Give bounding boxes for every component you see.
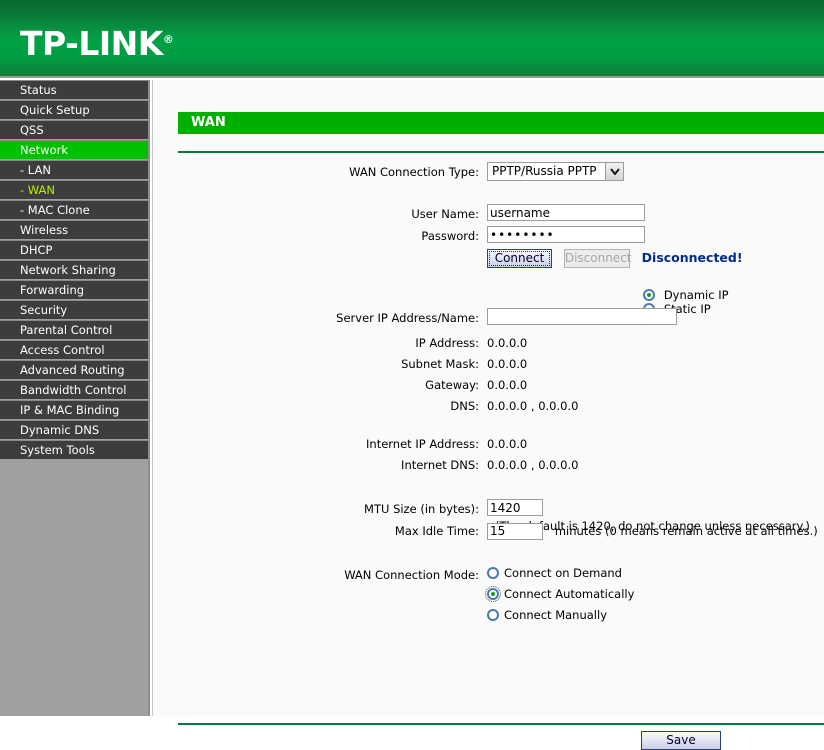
tp-link-logo: TP-LINK® (20, 24, 174, 63)
readonly-value: 0.0.0.0 , 0.0.0.0 (487, 458, 579, 472)
sidebar-item-forwarding[interactable]: Forwarding (0, 280, 148, 299)
table-row: Internet DNS: 0.0.0.0 , 0.0.0.0 (153, 455, 824, 475)
readonly-label: DNS: (450, 399, 479, 413)
table-row: Subnet Mask: 0.0.0.0 (153, 354, 824, 374)
readonly-value: 0.0.0.0 (487, 336, 528, 350)
divider-bottom (178, 723, 824, 725)
sidebar-nav: Status Quick Setup QSS Network - LAN - WAN - M… (0, 80, 150, 716)
registered-mark-icon: ® (162, 33, 174, 46)
readonly-value: 0.0.0.0 (487, 437, 528, 451)
sidebar-item-dynamic-dns[interactable]: Dynamic DNS (0, 420, 148, 439)
mtu-input[interactable] (487, 499, 543, 516)
radio-dynamic-ip-icon[interactable] (643, 289, 655, 301)
radio-dynamic-ip[interactable]: Dynamic IP (643, 288, 729, 302)
row-connection-type: WAN Connection Type: PPTP/Russia PPTP (153, 162, 824, 182)
readonly-label: Internet DNS: (401, 458, 479, 472)
radio-label: Connect Automatically (504, 587, 635, 601)
divider-top (178, 151, 824, 153)
disconnect-button: Disconnect (563, 249, 632, 268)
sidebar-item-dhcp[interactable]: DHCP (0, 240, 148, 259)
username-input[interactable] (487, 204, 645, 221)
logo-text: TP-LINK (20, 24, 163, 63)
radio-icon[interactable] (487, 609, 499, 621)
mtu-label: MTU Size (in bytes): (364, 502, 479, 516)
connection-status-badge: Disconnected! (641, 250, 743, 265)
app-header: TP-LINK® (0, 0, 824, 78)
radio-icon[interactable] (487, 567, 499, 579)
page-title: WAN (178, 112, 824, 134)
sidebar-item-network-sharing[interactable]: Network Sharing (0, 260, 148, 279)
radio-label: Connect Manually (504, 608, 607, 622)
readonly-label: Internet IP Address: (366, 437, 479, 451)
table-row: IP Address: 0.0.0.0 (153, 333, 824, 353)
idle-hint: minutes (0 means remain active at all ti… (554, 524, 818, 538)
readonly-label: IP Address: (415, 336, 479, 350)
connection-type-select[interactable]: PPTP/Russia PPTP (487, 162, 624, 181)
password-label: Password: (421, 229, 479, 243)
readonly-label: Gateway: (425, 378, 479, 392)
readonly-value: 0.0.0.0 (487, 378, 528, 392)
radio-icon[interactable] (485, 586, 501, 602)
password-input[interactable] (487, 226, 645, 243)
idle-label: Max Idle Time: (394, 524, 479, 538)
sidebar-item-lan[interactable]: - LAN (0, 160, 148, 179)
row-username: User Name: (153, 204, 824, 224)
connection-mode-label: WAN Connection Mode: (344, 568, 479, 582)
radio-connection-mode-1[interactable]: Connect on Demand (487, 563, 634, 584)
sidebar-item-qss[interactable]: QSS (0, 120, 148, 139)
sidebar-item-system-tools[interactable]: System Tools (0, 440, 148, 459)
readonly-value: 0.0.0.0 , 0.0.0.0 (487, 399, 579, 413)
content-panel: WAN WAN Connection Type: PPTP/Russia PPT… (152, 80, 824, 750)
save-button[interactable]: Save (641, 731, 721, 750)
connection-type-value: PPTP/Russia PPTP (492, 164, 597, 178)
sidebar-item-parental-control[interactable]: Parental Control (0, 320, 148, 339)
server-ip-input[interactable] (487, 308, 677, 325)
sidebar-item-advanced-routing[interactable]: Advanced Routing (0, 360, 148, 379)
username-label: User Name: (411, 207, 479, 221)
row-max-idle-time: Max Idle Time: minutes (0 means remain a… (153, 521, 824, 541)
sidebar-item-mac-clone[interactable]: - MAC Clone (0, 200, 148, 219)
row-connect-actions: Connect Disconnect Disconnected! (153, 248, 824, 270)
sidebar-item-wan[interactable]: - WAN (0, 180, 148, 199)
radio-dynamic-ip-label: Dynamic IP (663, 288, 729, 302)
radio-connection-mode-2[interactable]: Connect Automatically (485, 584, 635, 605)
sidebar-item-status[interactable]: Status (0, 80, 148, 99)
sidebar-item-security[interactable]: Security (0, 300, 148, 319)
max-idle-time-input[interactable] (487, 522, 543, 540)
sidebar-item-access-control[interactable]: Access Control (0, 340, 148, 359)
sidebar-item-wireless[interactable]: Wireless (0, 220, 148, 239)
sidebar-item-quick-setup[interactable]: Quick Setup (0, 100, 148, 119)
row-mtu: MTU Size (in bytes): (The default is 142… (153, 499, 824, 533)
connection-type-label: WAN Connection Type: (349, 165, 479, 179)
table-row: Gateway: 0.0.0.0 (153, 375, 824, 395)
radio-connection-mode-3[interactable]: Connect Manually (487, 605, 634, 626)
row-server-ip: Server IP Address/Name: (153, 308, 824, 328)
row-password: Password: (153, 226, 824, 246)
readonly-label: Subnet Mask: (401, 357, 479, 371)
connection-mode-radio-group: Connect on Demand Connect Automatically Co… (485, 563, 635, 626)
connect-button[interactable]: Connect (487, 249, 552, 268)
server-ip-label: Server IP Address/Name: (336, 311, 479, 325)
radio-label: Connect on Demand (504, 566, 622, 580)
chevron-down-icon[interactable] (605, 163, 623, 180)
sidebar-item-ip-mac-binding[interactable]: IP & MAC Binding (0, 400, 148, 419)
readonly-value: 0.0.0.0 (487, 357, 528, 371)
table-row: DNS: 0.0.0.0 , 0.0.0.0 (153, 396, 824, 416)
sidebar-item-network[interactable]: Network (0, 140, 148, 159)
sidebar-item-bandwidth-control[interactable]: Bandwidth Control (0, 380, 148, 399)
table-row: Internet IP Address: 0.0.0.0 (153, 434, 824, 454)
row-ip-mode: Dynamic IP Static IP (153, 288, 824, 316)
